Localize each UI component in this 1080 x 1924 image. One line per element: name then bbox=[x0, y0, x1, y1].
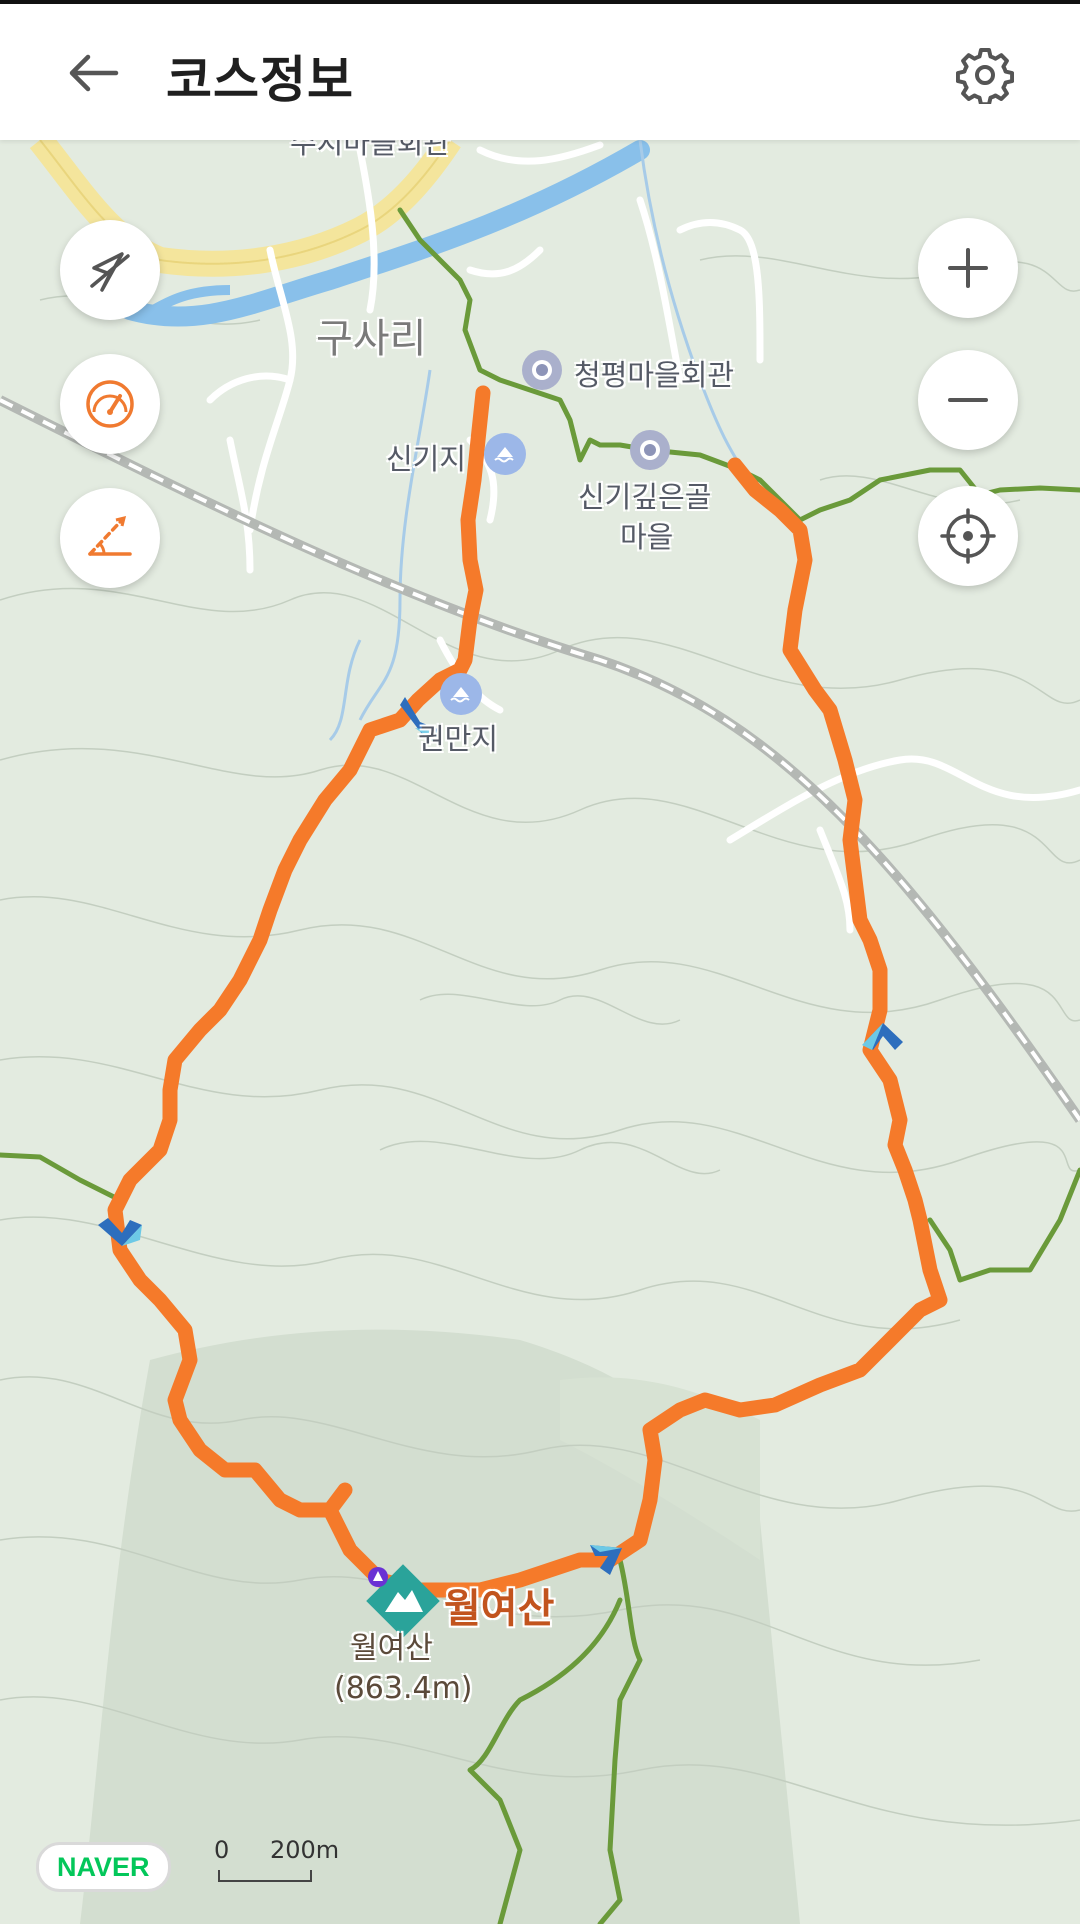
back-button[interactable] bbox=[58, 38, 128, 108]
scale-bar: 0 200m bbox=[214, 1836, 339, 1896]
scale-line bbox=[218, 1870, 312, 1882]
zoom-out-button[interactable] bbox=[918, 350, 1018, 450]
peak-name-label: 월여산 bbox=[350, 1631, 433, 1666]
gear-icon bbox=[956, 48, 1014, 104]
speedometer-icon bbox=[86, 380, 134, 428]
compass-toggle-button[interactable] bbox=[60, 220, 160, 320]
village-label-line1: 신기깊은골 bbox=[578, 480, 712, 514]
water-icon bbox=[484, 433, 526, 475]
slope-icon bbox=[88, 515, 132, 556]
hall-poi-marker[interactable] bbox=[522, 350, 562, 390]
compass-off-icon bbox=[90, 252, 130, 292]
crosshair-icon bbox=[940, 508, 996, 564]
speed-button[interactable] bbox=[60, 354, 160, 454]
scale-zero-label: 0 bbox=[214, 1836, 230, 1864]
scale-distance-label: 200m bbox=[270, 1836, 340, 1864]
village-label-line2: 마을 bbox=[620, 520, 674, 554]
village-poi-marker[interactable] bbox=[630, 430, 670, 470]
reservoir-label-1: 신기지 bbox=[386, 442, 467, 476]
page-title: 코스정보 bbox=[166, 51, 354, 109]
arrow-left-icon bbox=[69, 54, 119, 92]
zoom-in-button[interactable] bbox=[918, 218, 1018, 318]
top-cut-label: 수지마을회관 bbox=[290, 140, 451, 160]
water-icon bbox=[440, 673, 482, 715]
hall-label: 청평마을회관 bbox=[574, 358, 735, 392]
reservoir-label-2: 권만지 bbox=[418, 722, 499, 756]
minus-icon bbox=[948, 398, 988, 402]
plus-icon bbox=[948, 248, 988, 288]
slope-button[interactable] bbox=[60, 488, 160, 588]
town-label: 구사리 bbox=[316, 316, 427, 362]
locate-button[interactable] bbox=[918, 486, 1018, 586]
naver-logo: NAVER bbox=[36, 1842, 171, 1892]
settings-button[interactable] bbox=[940, 38, 1030, 112]
peak-title-label: 월여산 bbox=[444, 1586, 555, 1632]
app-header: 코스정보 bbox=[0, 0, 1080, 140]
map-view[interactable]: 수지마을회관 구사리 청평마을회관 신기깊은골 마을 신기지 권만지 월여산 월… bbox=[0, 140, 1080, 1924]
peak-elevation-label: (863.4m) bbox=[334, 1671, 473, 1706]
